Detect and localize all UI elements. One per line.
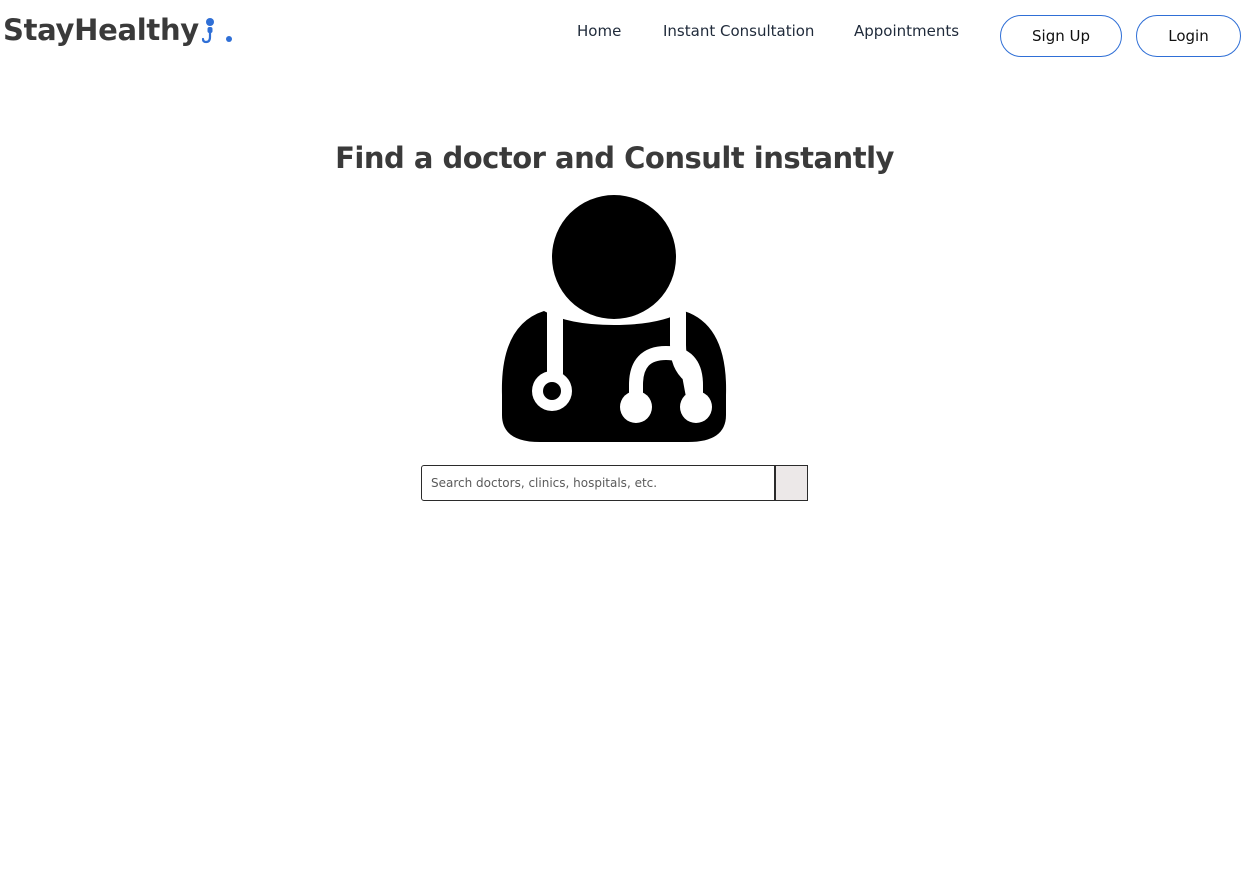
search-bar — [421, 465, 808, 501]
login-button[interactable]: Login — [1136, 15, 1241, 57]
brand-logo[interactable]: StayHealthy — [3, 13, 232, 47]
search-input[interactable] — [421, 465, 775, 501]
navbar: StayHealthy Home Instant Consultation Ap… — [0, 0, 1243, 72]
doctor-icon — [501, 195, 727, 442]
nav-link-home[interactable]: Home — [577, 22, 621, 40]
nav-link-instant-consultation[interactable]: Instant Consultation — [663, 22, 814, 40]
search-button[interactable] — [775, 465, 808, 501]
stethoscope-person-icon — [201, 18, 214, 44]
brand-dot — [225, 36, 232, 42]
sign-up-button[interactable]: Sign Up — [1000, 15, 1122, 57]
page-title: Find a doctor and Consult instantly — [335, 141, 894, 176]
brand-name: StayHealthy — [3, 13, 199, 47]
nav-link-appointments[interactable]: Appointments — [854, 22, 959, 40]
